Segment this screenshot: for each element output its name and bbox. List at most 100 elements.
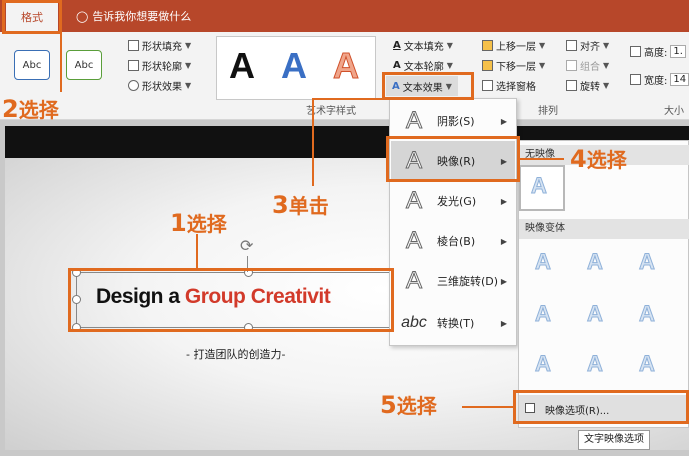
height-label: 高度: (644, 48, 668, 59)
ribbon: Abc Abc 形状填充 ▼ 形状轮廓 ▼ 形状效果 ▼ A A A A 文本填… (0, 32, 689, 120)
chevron-right-icon: ▶ (500, 276, 507, 286)
send-backward-icon (482, 60, 493, 71)
slide-subtitle[interactable]: - 打造团队的创造力- (186, 346, 285, 362)
bring-forward-button[interactable]: 上移一层 ▼ (482, 38, 545, 53)
shape-style-swatch-blue[interactable]: Abc (14, 50, 50, 80)
shape-effects-button[interactable]: 形状效果 ▼ (128, 78, 191, 93)
chevron-right-icon: ▶ (500, 196, 507, 206)
callout-line (312, 98, 314, 186)
chevron-down-icon: ▼ (185, 81, 192, 90)
width-value[interactable]: 14 (670, 73, 689, 86)
shape-fill-label: 形状填充 (142, 42, 182, 53)
selection-pane-icon (482, 80, 493, 91)
reflection-variation-icon[interactable]: A (627, 351, 667, 377)
shape-effects-label: 形状效果 (142, 82, 182, 93)
menu-item-3d-rotation[interactable]: A 三维旋转(D) ▶ (391, 261, 515, 301)
menu-item-label: 棱台(B) (437, 235, 476, 248)
shape-effects-icon (128, 80, 139, 91)
chevron-down-icon: ▼ (446, 41, 453, 50)
text-fill-icon: A (393, 40, 401, 51)
callout-step-4: 4选择 (570, 145, 627, 173)
reflection-variation-icon[interactable]: A (523, 249, 563, 275)
selection-pane-button[interactable]: 选择窗格 (482, 78, 536, 93)
rotate-handle-icon[interactable]: ⟳ (240, 236, 253, 255)
callout-line (312, 98, 384, 100)
reflection-variations-header: 映像变体 (519, 219, 689, 239)
width-field[interactable]: 宽度: 14 (630, 72, 689, 87)
menu-item-label: 发光(G) (437, 195, 477, 208)
chevron-down-icon: ▼ (539, 41, 546, 50)
chevron-down-icon: ▼ (539, 61, 546, 70)
chevron-right-icon: ▶ (500, 236, 507, 246)
bring-forward-label: 上移一层 (496, 42, 536, 53)
paint-bucket-icon (128, 40, 139, 51)
size-group-label: 大小 (664, 106, 684, 117)
text-outline-label: 文本轮廓 (403, 62, 444, 73)
highlight-reflection-options (513, 390, 689, 424)
bevel-icon: A (405, 227, 422, 255)
text-outline-icon: A (393, 60, 401, 71)
menu-item-label: 三维旋转(D) (437, 275, 499, 288)
menu-item-transform[interactable]: abc 转换(T) ▶ (391, 303, 515, 343)
callout-step-1: 1选择 (170, 209, 227, 237)
rotate-button[interactable]: 旋转 ▼ (566, 78, 609, 93)
reflection-variation-icon[interactable]: A (575, 249, 615, 275)
reflection-variation-icon[interactable]: A (575, 301, 615, 327)
bring-forward-icon (482, 40, 493, 51)
title-tab-bar: 格式 ◯ 告诉我你想要做什么 (0, 0, 689, 32)
chevron-down-icon: ▼ (603, 41, 610, 50)
callout-step-2: 2选择 (2, 95, 59, 123)
callout-line (520, 158, 564, 160)
reflection-variation-icon[interactable]: A (627, 249, 667, 275)
chevron-right-icon: ▶ (500, 116, 507, 126)
wordart-style-blue[interactable]: A (281, 45, 307, 87)
3d-rotation-icon: A (405, 267, 422, 295)
align-label: 对齐 (580, 42, 600, 53)
menu-item-glow[interactable]: A 发光(G) ▶ (391, 181, 515, 221)
shape-style-swatch-green[interactable]: Abc (66, 50, 102, 80)
group-button[interactable]: 组合 ▼ (566, 58, 609, 73)
shape-outline-button[interactable]: 形状轮廓 ▼ (128, 58, 191, 73)
text-fill-label: 文本填充 (403, 42, 444, 53)
width-label: 宽度: (644, 76, 668, 87)
shadow-icon: A (405, 107, 422, 135)
glow-icon: A (405, 187, 422, 215)
send-backward-label: 下移一层 (496, 62, 536, 73)
lightbulb-icon: ◯ (76, 9, 89, 23)
reflection-variation-icon[interactable]: A (523, 351, 563, 377)
align-button[interactable]: 对齐 ▼ (566, 38, 609, 53)
no-reflection-option[interactable]: A (519, 165, 565, 211)
text-outline-button[interactable]: A 文本轮廓 ▼ (393, 58, 453, 73)
callout-line (462, 406, 514, 408)
chevron-right-icon: ▶ (500, 318, 507, 328)
rotate-label: 旋转 (580, 82, 600, 93)
group-icon (566, 60, 577, 71)
align-icon (566, 40, 577, 51)
reflection-variation-icon[interactable]: A (575, 351, 615, 377)
highlight-reflection-item (386, 136, 520, 182)
chevron-down-icon: ▼ (603, 61, 610, 70)
callout-line (196, 234, 198, 268)
send-backward-button[interactable]: 下移一层 ▼ (482, 58, 545, 73)
reflection-variation-icon[interactable]: A (523, 301, 563, 327)
tell-me-search[interactable]: ◯ 告诉我你想要做什么 (76, 8, 191, 24)
highlight-wordart-textbox (68, 268, 394, 332)
wordart-style-black[interactable]: A (229, 45, 255, 87)
arrange-group-label: 排列 (538, 106, 558, 117)
transform-icon: abc (401, 314, 427, 331)
width-icon (630, 74, 641, 85)
shape-fill-button[interactable]: 形状填充 ▼ (128, 38, 191, 53)
menu-item-shadow[interactable]: A 阴影(S) ▶ (391, 101, 515, 141)
callout-step-3: 3单击 (272, 191, 329, 219)
wordart-style-orange[interactable]: A (333, 45, 360, 87)
menu-item-bevel[interactable]: A 棱台(B) ▶ (391, 221, 515, 261)
rotate-icon (566, 80, 577, 91)
height-value[interactable]: 1. (670, 45, 686, 58)
highlight-text-effects (382, 72, 474, 100)
wordart-styles-gallery[interactable]: A A A (216, 36, 376, 100)
selection-pane-label: 选择窗格 (496, 82, 536, 93)
reflection-variation-icon[interactable]: A (627, 301, 667, 327)
callout-line (60, 32, 62, 92)
height-field[interactable]: 高度: 1. (630, 44, 686, 59)
text-fill-button[interactable]: A 文本填充 ▼ (393, 38, 453, 53)
